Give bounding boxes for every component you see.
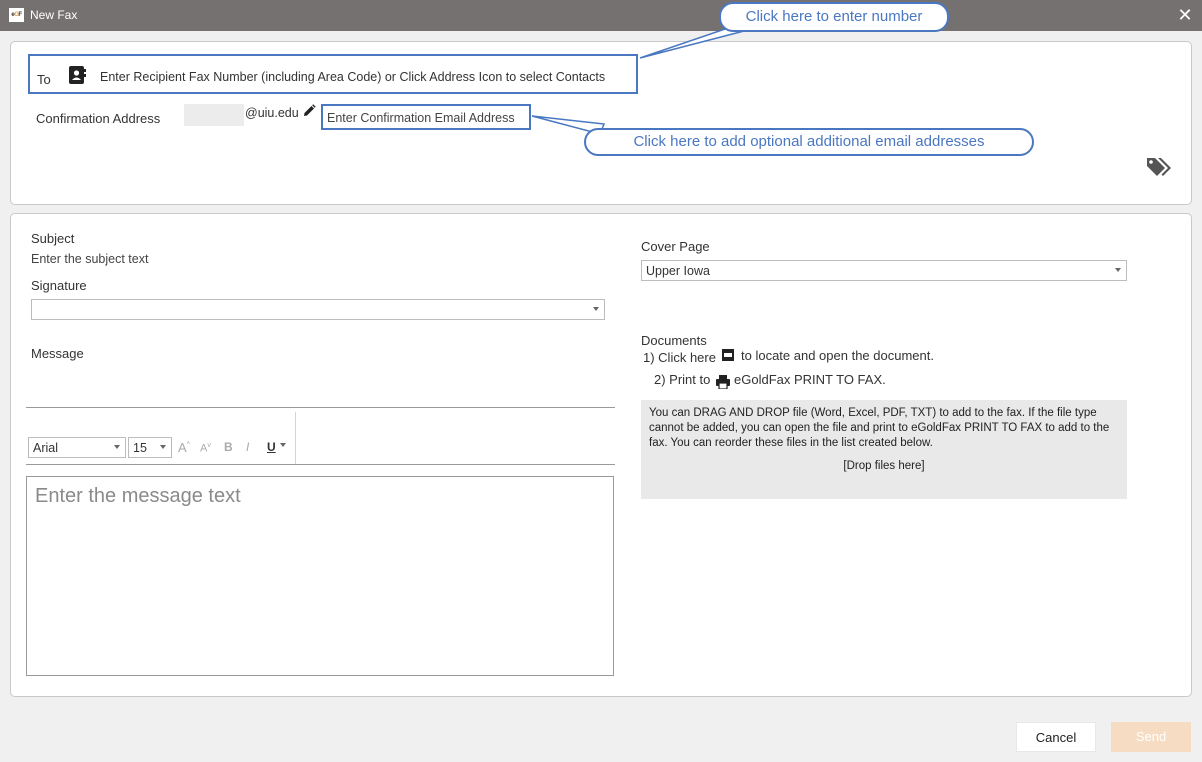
subject-label: Subject: [31, 231, 75, 246]
open-document-icon[interactable]: [721, 348, 735, 362]
message-placeholder: Enter the message text: [35, 485, 241, 507]
grow-font-button[interactable]: A^: [178, 440, 190, 455]
printer-icon: [716, 375, 730, 389]
message-textarea[interactable]: Enter the message text: [26, 476, 614, 676]
close-icon[interactable]: ✕: [1174, 4, 1196, 26]
chevron-down-icon: [593, 307, 599, 311]
confirmation-domain: @uiu.edu: [245, 106, 299, 120]
confirmation-address-label: Confirmation Address: [36, 111, 161, 126]
bold-button[interactable]: B: [224, 440, 233, 454]
to-field-group[interactable]: To Enter Recipient Fax Number (including…: [28, 54, 638, 94]
chevron-down-icon: [114, 445, 120, 449]
font-size-select[interactable]: 15: [128, 437, 172, 458]
drop-files-here: [Drop files here]: [843, 460, 925, 472]
cancel-button[interactable]: Cancel: [1016, 722, 1096, 752]
font-family-select[interactable]: Arial: [28, 437, 126, 458]
chevron-down-icon: [160, 445, 166, 449]
redacted-email-user: [184, 104, 244, 126]
tags-icon[interactable]: [1145, 155, 1173, 179]
file-drop-zone[interactable]: You can DRAG AND DROP file (Word, Excel,…: [641, 400, 1127, 499]
cover-page-label: Cover Page: [641, 239, 710, 254]
message-label: Message: [31, 346, 84, 361]
toolbar-separator: [295, 412, 296, 464]
cover-page-select[interactable]: Upper Iowa: [641, 260, 1127, 281]
address-book-icon[interactable]: [68, 66, 86, 84]
step2-suffix: eGoldFax PRINT TO FAX.: [734, 372, 886, 387]
send-button[interactable]: Send: [1111, 722, 1191, 752]
recipient-fax-input[interactable]: Enter Recipient Fax Number (including Ar…: [100, 70, 630, 84]
underline-options-icon[interactable]: [280, 443, 286, 447]
documents-label: Documents: [641, 333, 707, 348]
chevron-down-icon: [1115, 268, 1121, 272]
cover-page-value: Upper Iowa: [646, 264, 710, 278]
step1-text: 1) Click here: [643, 350, 716, 365]
shrink-font-button[interactable]: Av: [200, 442, 211, 455]
drop-instructions: You can DRAG AND DROP file (Word, Excel,…: [649, 407, 1110, 449]
pencil-icon[interactable]: [302, 104, 316, 118]
to-label: To: [37, 72, 51, 87]
italic-button[interactable]: I: [246, 440, 249, 454]
font-family-value: Arial: [33, 441, 59, 455]
app-logo-icon: eGF: [9, 8, 24, 22]
step1-suffix: to locate and open the document.: [741, 348, 934, 363]
callout-additional-emails: Click here to add optional additional em…: [584, 128, 1034, 156]
confirmation-email-input[interactable]: Enter Confirmation Email Address: [327, 111, 515, 125]
step2-text: 2) Print to: [654, 372, 711, 387]
callout-enter-number: Click here to enter number: [719, 2, 949, 32]
signature-select[interactable]: [31, 299, 605, 320]
divider: [26, 407, 615, 408]
title-bar: eGF New Fax ✕: [0, 0, 1202, 31]
confirmation-email-field[interactable]: Enter Confirmation Email Address: [321, 104, 531, 130]
underline-button[interactable]: U: [267, 440, 276, 454]
font-size-value: 15: [133, 441, 147, 455]
divider: [26, 464, 615, 465]
window-title: New Fax: [30, 8, 78, 22]
subject-input[interactable]: Enter the subject text: [31, 252, 148, 266]
signature-label: Signature: [31, 278, 87, 293]
